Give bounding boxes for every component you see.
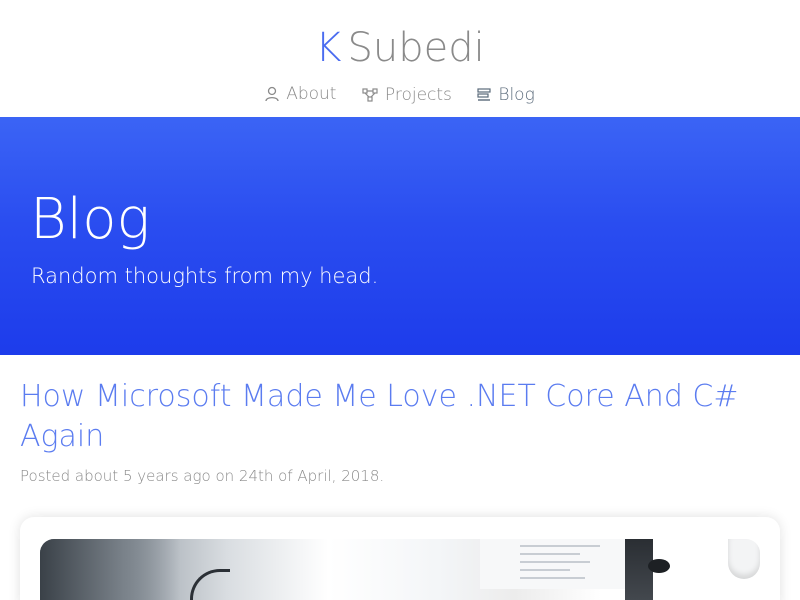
page-title: Blog [30,187,151,252]
post-cover-image[interactable] [40,539,760,600]
brand-initial: K [315,25,342,71]
site-header: K Subedi About Projects Blog [0,0,800,117]
nav-item-about[interactable]: About [265,82,336,106]
brand-name: Subedi [347,25,485,71]
site-brand[interactable]: K Subedi [0,22,800,74]
page-subtitle: Random thoughts from my head. [31,264,379,288]
nav-item-label: Projects [384,85,452,105]
nav-item-label: About [286,84,337,104]
main-nav: About Projects Blog [0,82,800,109]
post-meta: Posted about 5 years ago on 24th of Apri… [20,467,385,485]
nav-item-label: Blog [498,85,535,105]
hero-banner: Blog Random thoughts from my head. [0,117,800,355]
user-icon [265,86,279,102]
blog-icon [477,88,491,101]
nav-item-projects[interactable]: Projects [362,83,452,107]
nav-item-blog[interactable]: Blog [477,83,535,107]
post-title-link[interactable]: How Microsoft Made Me Love .NET Core And… [20,377,760,457]
post-card[interactable] [20,517,780,600]
projects-icon [362,88,378,102]
